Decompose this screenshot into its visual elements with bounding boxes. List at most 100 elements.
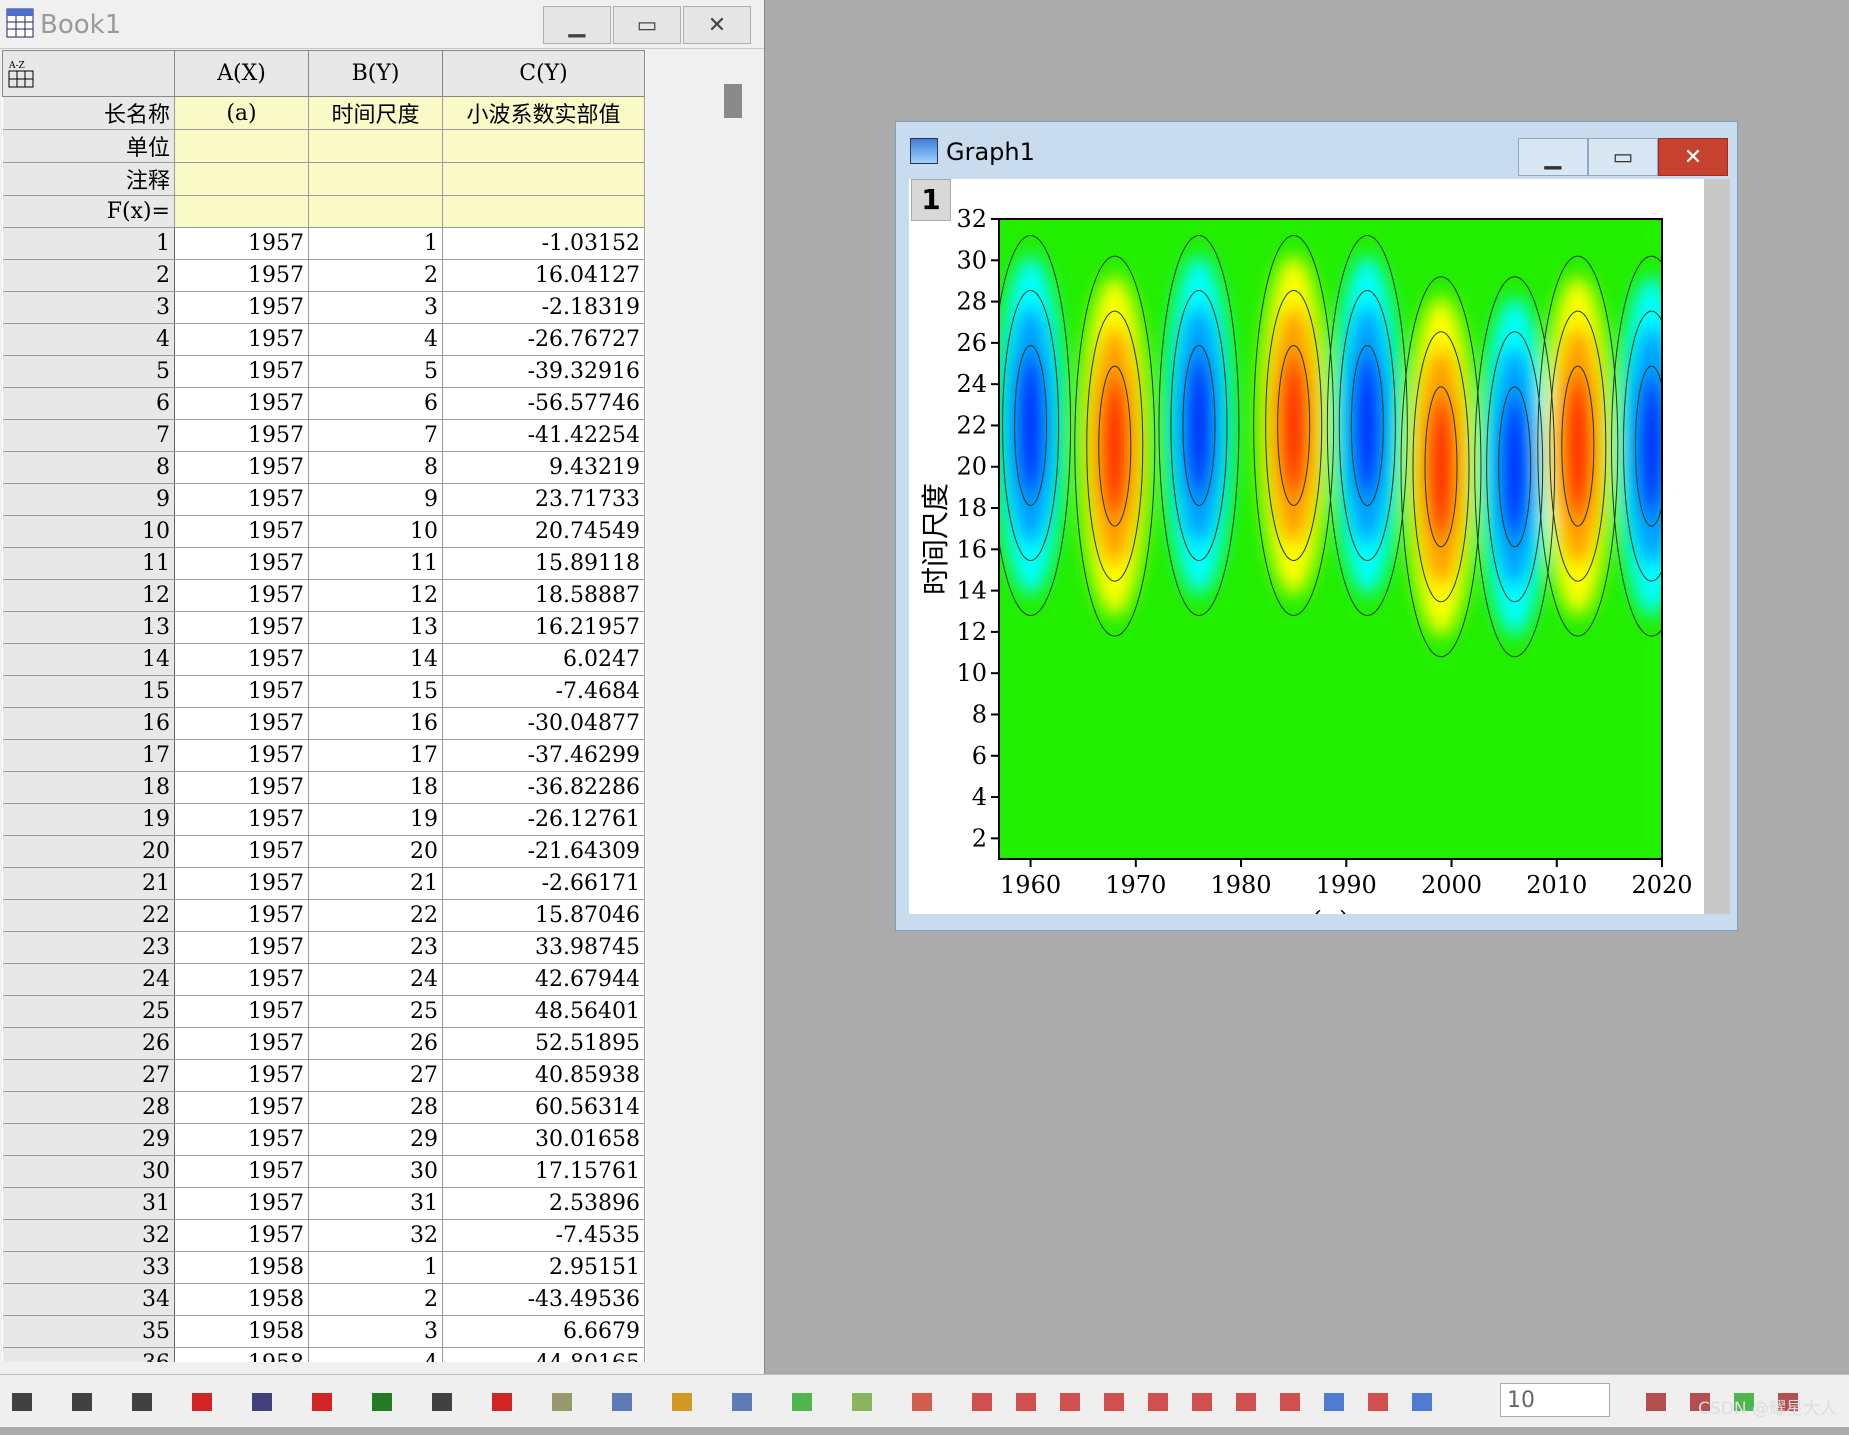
box-button[interactable] [1274, 1385, 1306, 1417]
move-down-button[interactable] [1186, 1385, 1218, 1417]
cell-c[interactable]: -1.03152 [442, 227, 645, 260]
cell-a[interactable]: 1957 [174, 291, 309, 324]
cell-a[interactable]: 1957 [174, 867, 309, 900]
row-header[interactable]: 35 [2, 1315, 175, 1348]
cell-c[interactable]: 23.71733 [442, 483, 645, 516]
cell-b[interactable]: 6 [308, 387, 443, 420]
cell-c[interactable]: 42.67944 [442, 963, 645, 996]
units-a[interactable] [174, 129, 309, 163]
row-header[interactable]: 9 [2, 483, 175, 516]
cell-b[interactable]: 1 [308, 1251, 443, 1284]
matrix-plot-button[interactable] [786, 1385, 818, 1417]
row-header[interactable]: 15 [2, 675, 175, 708]
cell-c[interactable]: -7.4684 [442, 675, 645, 708]
cell-c[interactable]: 52.51895 [442, 1027, 645, 1060]
row-header[interactable]: 17 [2, 739, 175, 772]
cell-c[interactable]: -7.4535 [442, 1219, 645, 1252]
cell-c[interactable]: -37.46299 [442, 739, 645, 772]
cell-a[interactable]: 1957 [174, 1187, 309, 1220]
minimize-button[interactable]: ▁ [543, 6, 611, 44]
graph-minimize-button[interactable]: ▁ [1518, 138, 1588, 176]
cell-a[interactable]: 1957 [174, 995, 309, 1028]
cell-b[interactable]: 2 [308, 1283, 443, 1316]
cell-c[interactable]: 44.80165 [442, 1347, 645, 1362]
cell-a[interactable]: 1957 [174, 771, 309, 804]
worksheet-grid[interactable]: A-Z A(X) B(Y) C(Y) 长名称 (a) 时间尺度 小波系数实部值 [2, 50, 646, 1362]
graph-close-button[interactable]: ✕ [1658, 138, 1728, 176]
fx-c[interactable] [442, 195, 645, 228]
3d-box-button[interactable] [1406, 1385, 1438, 1417]
cell-b[interactable]: 5 [308, 355, 443, 388]
row-header[interactable]: 10 [2, 515, 175, 548]
cell-c[interactable]: 60.56314 [442, 1091, 645, 1124]
cell-a[interactable]: 1958 [174, 1347, 309, 1362]
cell-b[interactable]: 21 [308, 867, 443, 900]
contour-plot-button[interactable] [846, 1385, 878, 1417]
cell-b[interactable]: 30 [308, 1155, 443, 1188]
rotate-left-button[interactable] [966, 1385, 998, 1417]
cell-b[interactable]: 25 [308, 995, 443, 1028]
row-header[interactable]: 16 [2, 707, 175, 740]
cell-b[interactable]: 3 [308, 291, 443, 324]
cell-c[interactable]: -2.18319 [442, 291, 645, 324]
vertical-scrollbar[interactable] [720, 80, 744, 1360]
cell-b[interactable]: 28 [308, 1091, 443, 1124]
cell-c[interactable]: -26.12761 [442, 803, 645, 836]
fit-frame-button[interactable] [1318, 1385, 1350, 1417]
long-name-c[interactable]: 小波系数实部值 [442, 96, 645, 130]
graph-canvas[interactable]: 1 1960 1970 1980 1990 2000 2010 2020 2 4 6 8 10 12 1… [909, 179, 1704, 914]
cell-b[interactable]: 20 [308, 835, 443, 868]
row-header[interactable]: 34 [2, 1283, 175, 1316]
3d-plot-button[interactable] [606, 1385, 638, 1417]
cell-c[interactable]: 9.43219 [442, 451, 645, 484]
cell-c[interactable]: 2.53896 [442, 1187, 645, 1220]
template-button[interactable] [546, 1385, 578, 1417]
column-header-c[interactable]: C(Y) [442, 50, 645, 97]
rotate-right-button[interactable] [1010, 1385, 1042, 1417]
cell-b[interactable]: 11 [308, 547, 443, 580]
row-header[interactable]: 4 [2, 323, 175, 356]
row-header[interactable]: 27 [2, 1059, 175, 1092]
cell-a[interactable]: 1957 [174, 675, 309, 708]
cell-b[interactable]: 31 [308, 1187, 443, 1220]
surface-plot-button[interactable] [666, 1385, 698, 1417]
units-b[interactable] [308, 129, 443, 163]
row-header[interactable]: 14 [2, 643, 175, 676]
column-header-b[interactable]: B(Y) [308, 50, 443, 97]
cell-a[interactable]: 1957 [174, 611, 309, 644]
cell-c[interactable]: -43.49536 [442, 1283, 645, 1316]
row-header[interactable]: 20 [2, 835, 175, 868]
graph-vertical-scrollbar[interactable] [1704, 179, 1730, 914]
row-header[interactable]: 7 [2, 419, 175, 452]
cell-a[interactable]: 1957 [174, 419, 309, 452]
long-name-b[interactable]: 时间尺度 [308, 96, 443, 130]
row-header[interactable]: 29 [2, 1123, 175, 1156]
cell-a[interactable]: 1957 [174, 323, 309, 356]
cell-c[interactable]: -26.76727 [442, 323, 645, 356]
row-header[interactable]: 30 [2, 1155, 175, 1188]
cell-c[interactable]: 6.0247 [442, 643, 645, 676]
cell-a[interactable]: 1957 [174, 547, 309, 580]
cell-a[interactable]: 1957 [174, 451, 309, 484]
row-header[interactable]: 13 [2, 611, 175, 644]
3d-scatter-button[interactable] [726, 1385, 758, 1417]
row-header[interactable]: 11 [2, 547, 175, 580]
move-up-button[interactable] [1142, 1385, 1174, 1417]
graph-restore-button[interactable]: ▭ [1588, 138, 1658, 176]
scatter-plot-button[interactable] [66, 1385, 98, 1417]
row-header[interactable]: 18 [2, 771, 175, 804]
row-header[interactable]: 33 [2, 1251, 175, 1284]
line-symbol-plot-button[interactable] [126, 1385, 158, 1417]
cell-b[interactable]: 16 [308, 707, 443, 740]
cell-c[interactable]: -2.66171 [442, 867, 645, 900]
row-header[interactable]: 22 [2, 899, 175, 932]
units-c[interactable] [442, 129, 645, 163]
cell-a[interactable]: 1957 [174, 899, 309, 932]
fx-a[interactable] [174, 195, 309, 228]
row-header[interactable]: 32 [2, 1219, 175, 1252]
cell-a[interactable]: 1957 [174, 643, 309, 676]
cell-b[interactable]: 12 [308, 579, 443, 612]
close-button[interactable]: ✕ [683, 6, 751, 44]
tilt-left-button[interactable] [1054, 1385, 1086, 1417]
row-header[interactable]: 19 [2, 803, 175, 836]
